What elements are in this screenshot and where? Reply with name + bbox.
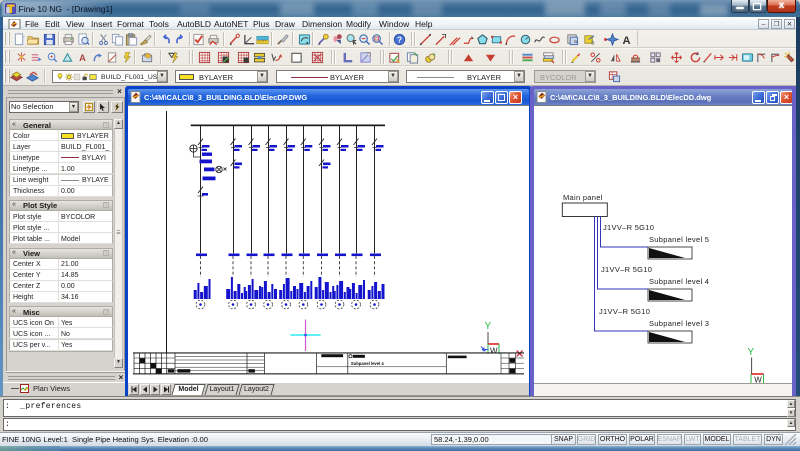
svg-text:J1VV–R 5G10: J1VV–R 5G10 <box>603 223 654 232</box>
svg-text:J1VV–R 5G10: J1VV–R 5G10 <box>601 265 652 274</box>
svg-text:Y: Y <box>485 321 492 332</box>
svg-text:J1VV–R 5G10: J1VV–R 5G10 <box>599 307 650 316</box>
svg-text:Subpanel level 4: Subpanel level 4 <box>351 361 384 366</box>
svg-text:Subpanel level 3: Subpanel level 3 <box>649 319 709 328</box>
svg-text:W: W <box>490 347 498 356</box>
svg-text:A: A <box>79 53 86 63</box>
svg-text:W: W <box>754 376 762 384</box>
svg-text:Subpanel level 4: Subpanel level 4 <box>649 277 709 286</box>
svg-text:Y: Y <box>748 347 755 358</box>
svg-text:A: A <box>622 35 630 46</box>
svg-text:Subpanel level 5: Subpanel level 5 <box>649 235 709 244</box>
svg-text:Main panel: Main panel <box>563 193 603 202</box>
svg-text:?: ? <box>397 34 402 44</box>
svg-text:b: b <box>591 40 594 45</box>
